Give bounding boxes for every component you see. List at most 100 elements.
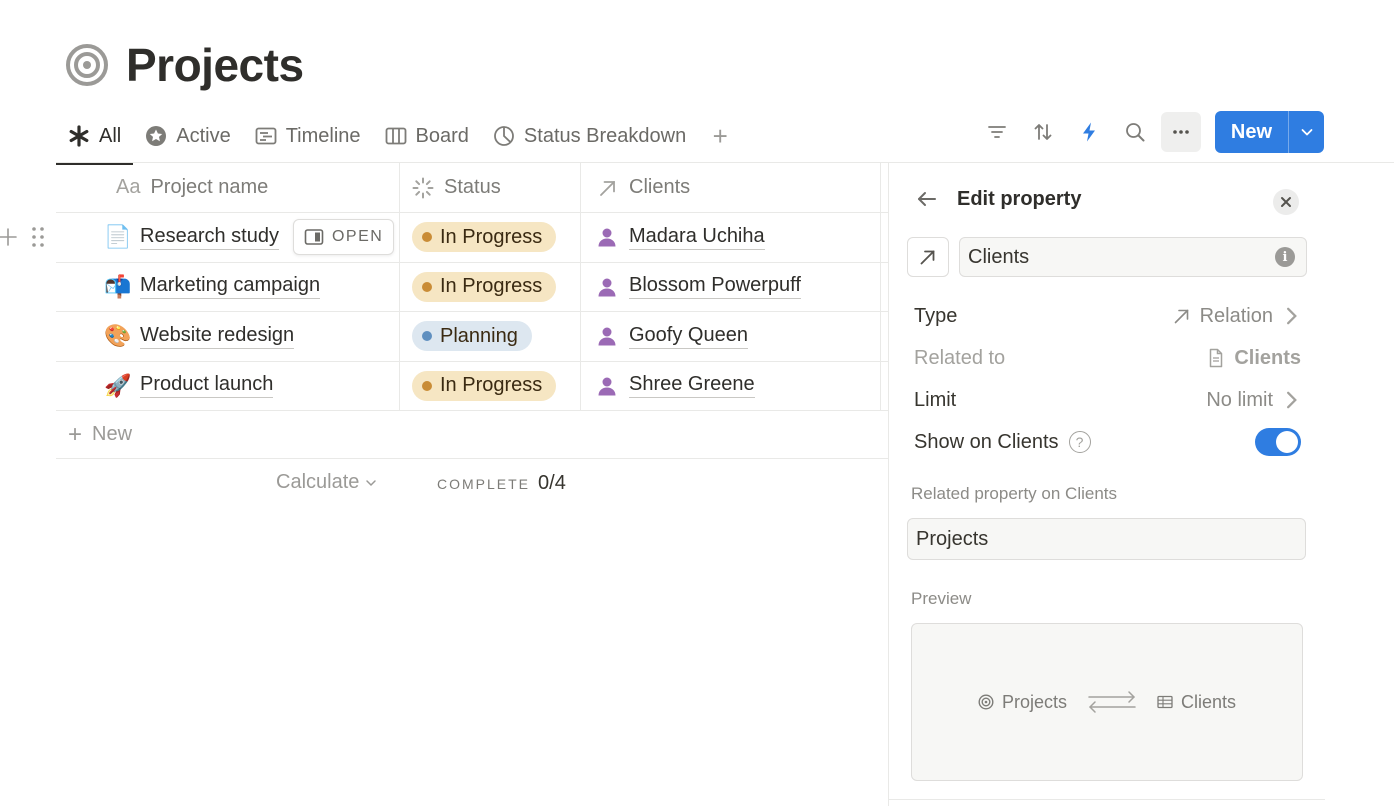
calculate-button[interactable]: Calculate [276, 471, 377, 494]
clients-cell[interactable]: Shree Greene [581, 361, 881, 410]
project-name[interactable]: Website redesign [140, 324, 295, 349]
table-row[interactable]: 📬 Marketing campaign In Progress Blossom… [56, 262, 888, 312]
related-to-label: Related to [914, 346, 1006, 369]
board-icon [385, 127, 406, 145]
close-button[interactable] [1273, 189, 1299, 215]
preview-source: Projects [978, 692, 1067, 713]
limit-value-label: No limit [1206, 388, 1273, 411]
table-icon [1157, 695, 1173, 709]
info-icon[interactable]: i [1275, 247, 1295, 267]
status-cell[interactable]: In Progress [400, 213, 581, 262]
chevron-down-icon [1301, 129, 1312, 136]
show-on-clients-toggle[interactable] [1255, 428, 1301, 456]
client-name[interactable]: Blossom Powerpuff [629, 274, 801, 300]
type-label: Type [914, 304, 958, 327]
view-toolbar: New [977, 111, 1324, 153]
edit-property-panel: Edit property i Type Relation Related to… [888, 163, 1325, 806]
status-cell[interactable]: In Progress [400, 262, 581, 311]
star-circle-icon [146, 126, 167, 146]
property-icon-button[interactable] [907, 237, 949, 277]
relation-arrow-icon [1174, 309, 1188, 324]
related-to-option: Related to Clients [914, 343, 1301, 373]
search-button[interactable] [1115, 112, 1155, 152]
project-name[interactable]: Research study [140, 225, 279, 250]
column-label: Status [444, 176, 501, 198]
column-header-status[interactable]: Status [400, 163, 581, 212]
status-badge: In Progress [412, 370, 557, 401]
type-option[interactable]: Type Relation [914, 301, 1301, 331]
clients-cell[interactable]: Goofy Queen [581, 312, 881, 361]
calculation-row: Calculate COMPLETE 0/4 [56, 459, 888, 509]
add-row-button[interactable]: + New [56, 411, 888, 459]
lightning-icon [1082, 122, 1095, 142]
status-icon [412, 177, 434, 198]
status-label: In Progress [440, 225, 543, 248]
person-icon [598, 278, 616, 297]
project-name[interactable]: Product launch [140, 373, 274, 399]
table-row[interactable]: 📄 Research study OPEN In Progress Madara… [0, 213, 888, 263]
project-name-cell[interactable]: 🎨 Website redesign [56, 312, 400, 361]
client-name[interactable]: Goofy Queen [629, 324, 748, 349]
person-icon [598, 228, 616, 247]
limit-option[interactable]: Limit No limit [914, 385, 1301, 415]
complete-calculation[interactable]: COMPLETE 0/4 [437, 472, 566, 495]
type-value-label: Relation [1199, 304, 1273, 327]
tab-active[interactable]: Active [133, 116, 242, 156]
add-row-icon[interactable] [0, 225, 18, 249]
table-header: Aa Project name Status Clients [56, 163, 888, 213]
asterisk-icon [69, 125, 89, 147]
row-handles [0, 225, 48, 249]
status-dot [422, 380, 432, 391]
open-page-button[interactable]: OPEN [292, 219, 395, 256]
status-cell[interactable]: Planning [400, 312, 581, 361]
column-header-clients[interactable]: Clients [581, 163, 881, 212]
status-badge: In Progress [412, 222, 557, 253]
new-button[interactable]: New [1214, 111, 1288, 153]
add-view-button[interactable]: + [702, 118, 738, 154]
help-icon[interactable]: ? [1068, 431, 1091, 453]
tab-board[interactable]: Board [373, 116, 481, 156]
preview-target: Clients [1157, 692, 1236, 713]
automations-button[interactable] [1069, 112, 1109, 152]
project-name-cell[interactable]: 🚀 Product launch [56, 361, 400, 410]
chevron-right-icon [1287, 391, 1297, 409]
show-on-label: Show on Clients [914, 430, 1059, 453]
client-name[interactable]: Madara Uchiha [629, 225, 765, 250]
project-name[interactable]: Marketing campaign [140, 274, 321, 300]
status-label: In Progress [440, 275, 543, 298]
status-dot [422, 281, 432, 292]
status-cell[interactable]: In Progress [400, 361, 581, 410]
new-dropdown-button[interactable] [1288, 111, 1324, 153]
related-property-input[interactable] [907, 518, 1306, 560]
table-row[interactable]: 🎨 Website redesign Planning Goofy Queen [56, 312, 888, 362]
view-tabs: All Active Timeline Board Status Breakdo… [56, 112, 738, 165]
clients-cell[interactable]: Madara Uchiha [581, 213, 881, 262]
table-row[interactable]: 🚀 Product launch In Progress Shree Green… [56, 361, 888, 411]
project-name-cell[interactable]: 📄 Research study OPEN [56, 213, 400, 262]
drag-handle-icon[interactable] [28, 225, 48, 249]
tab-timeline[interactable]: Timeline [243, 116, 373, 156]
sort-button[interactable] [1023, 112, 1063, 152]
project-name-cell[interactable]: 📬 Marketing campaign [56, 262, 400, 311]
column-header-project-name[interactable]: Aa Project name [56, 163, 400, 212]
divider [889, 799, 1325, 800]
preview-source-label: Projects [1001, 691, 1067, 712]
new-button-group: New [1214, 111, 1324, 153]
text-property-icon: Aa [116, 176, 141, 198]
bidirectional-arrows-icon [1088, 691, 1136, 713]
show-on-clients-option: Show on Clients ? [914, 427, 1301, 457]
open-label: OPEN [331, 228, 384, 246]
relation-arrow-icon [600, 180, 615, 196]
back-arrow-icon[interactable] [915, 187, 939, 211]
page-emoji-icon: 📬 [104, 273, 132, 299]
target-icon[interactable] [66, 44, 108, 86]
clients-cell[interactable]: Blossom Powerpuff [581, 262, 881, 311]
tab-status-breakdown[interactable]: Status Breakdown [481, 116, 698, 156]
tab-all[interactable]: All [56, 116, 134, 165]
more-options-button[interactable] [1160, 112, 1201, 152]
ellipsis-icon [1173, 130, 1189, 134]
property-name-input[interactable] [959, 237, 1307, 277]
client-name[interactable]: Shree Greene [629, 373, 755, 399]
projects-table: Aa Project name Status Clients 📄 Researc… [0, 163, 888, 509]
filter-button[interactable] [977, 112, 1017, 152]
